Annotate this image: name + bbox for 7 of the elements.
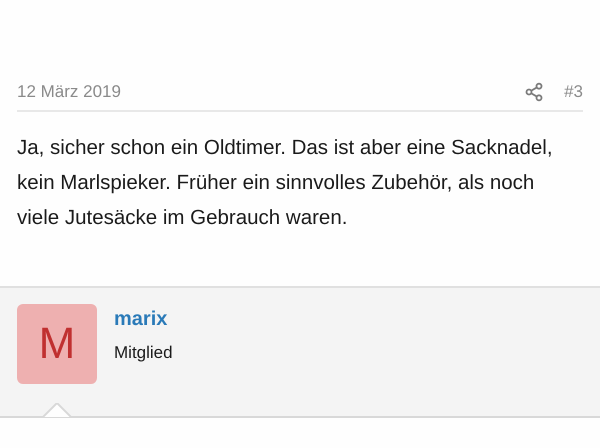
username-link[interactable]: marix — [114, 308, 173, 331]
post-date: 12 März 2019 — [17, 82, 122, 102]
post-text: Ja, sicher schon ein Oldtimer. Das ist aber eine Sacknadel, kein Marlspieker. Früher ein sinnvolles Zubehör, als noch viele Jutesäcke im Gebrauch waren. — [16, 135, 554, 231]
post-number-link[interactable]: #3 — [564, 82, 583, 102]
avatar[interactable]: M — [17, 304, 97, 384]
user-role: Mitglied — [114, 343, 173, 363]
share-icon[interactable] — [524, 82, 544, 102]
